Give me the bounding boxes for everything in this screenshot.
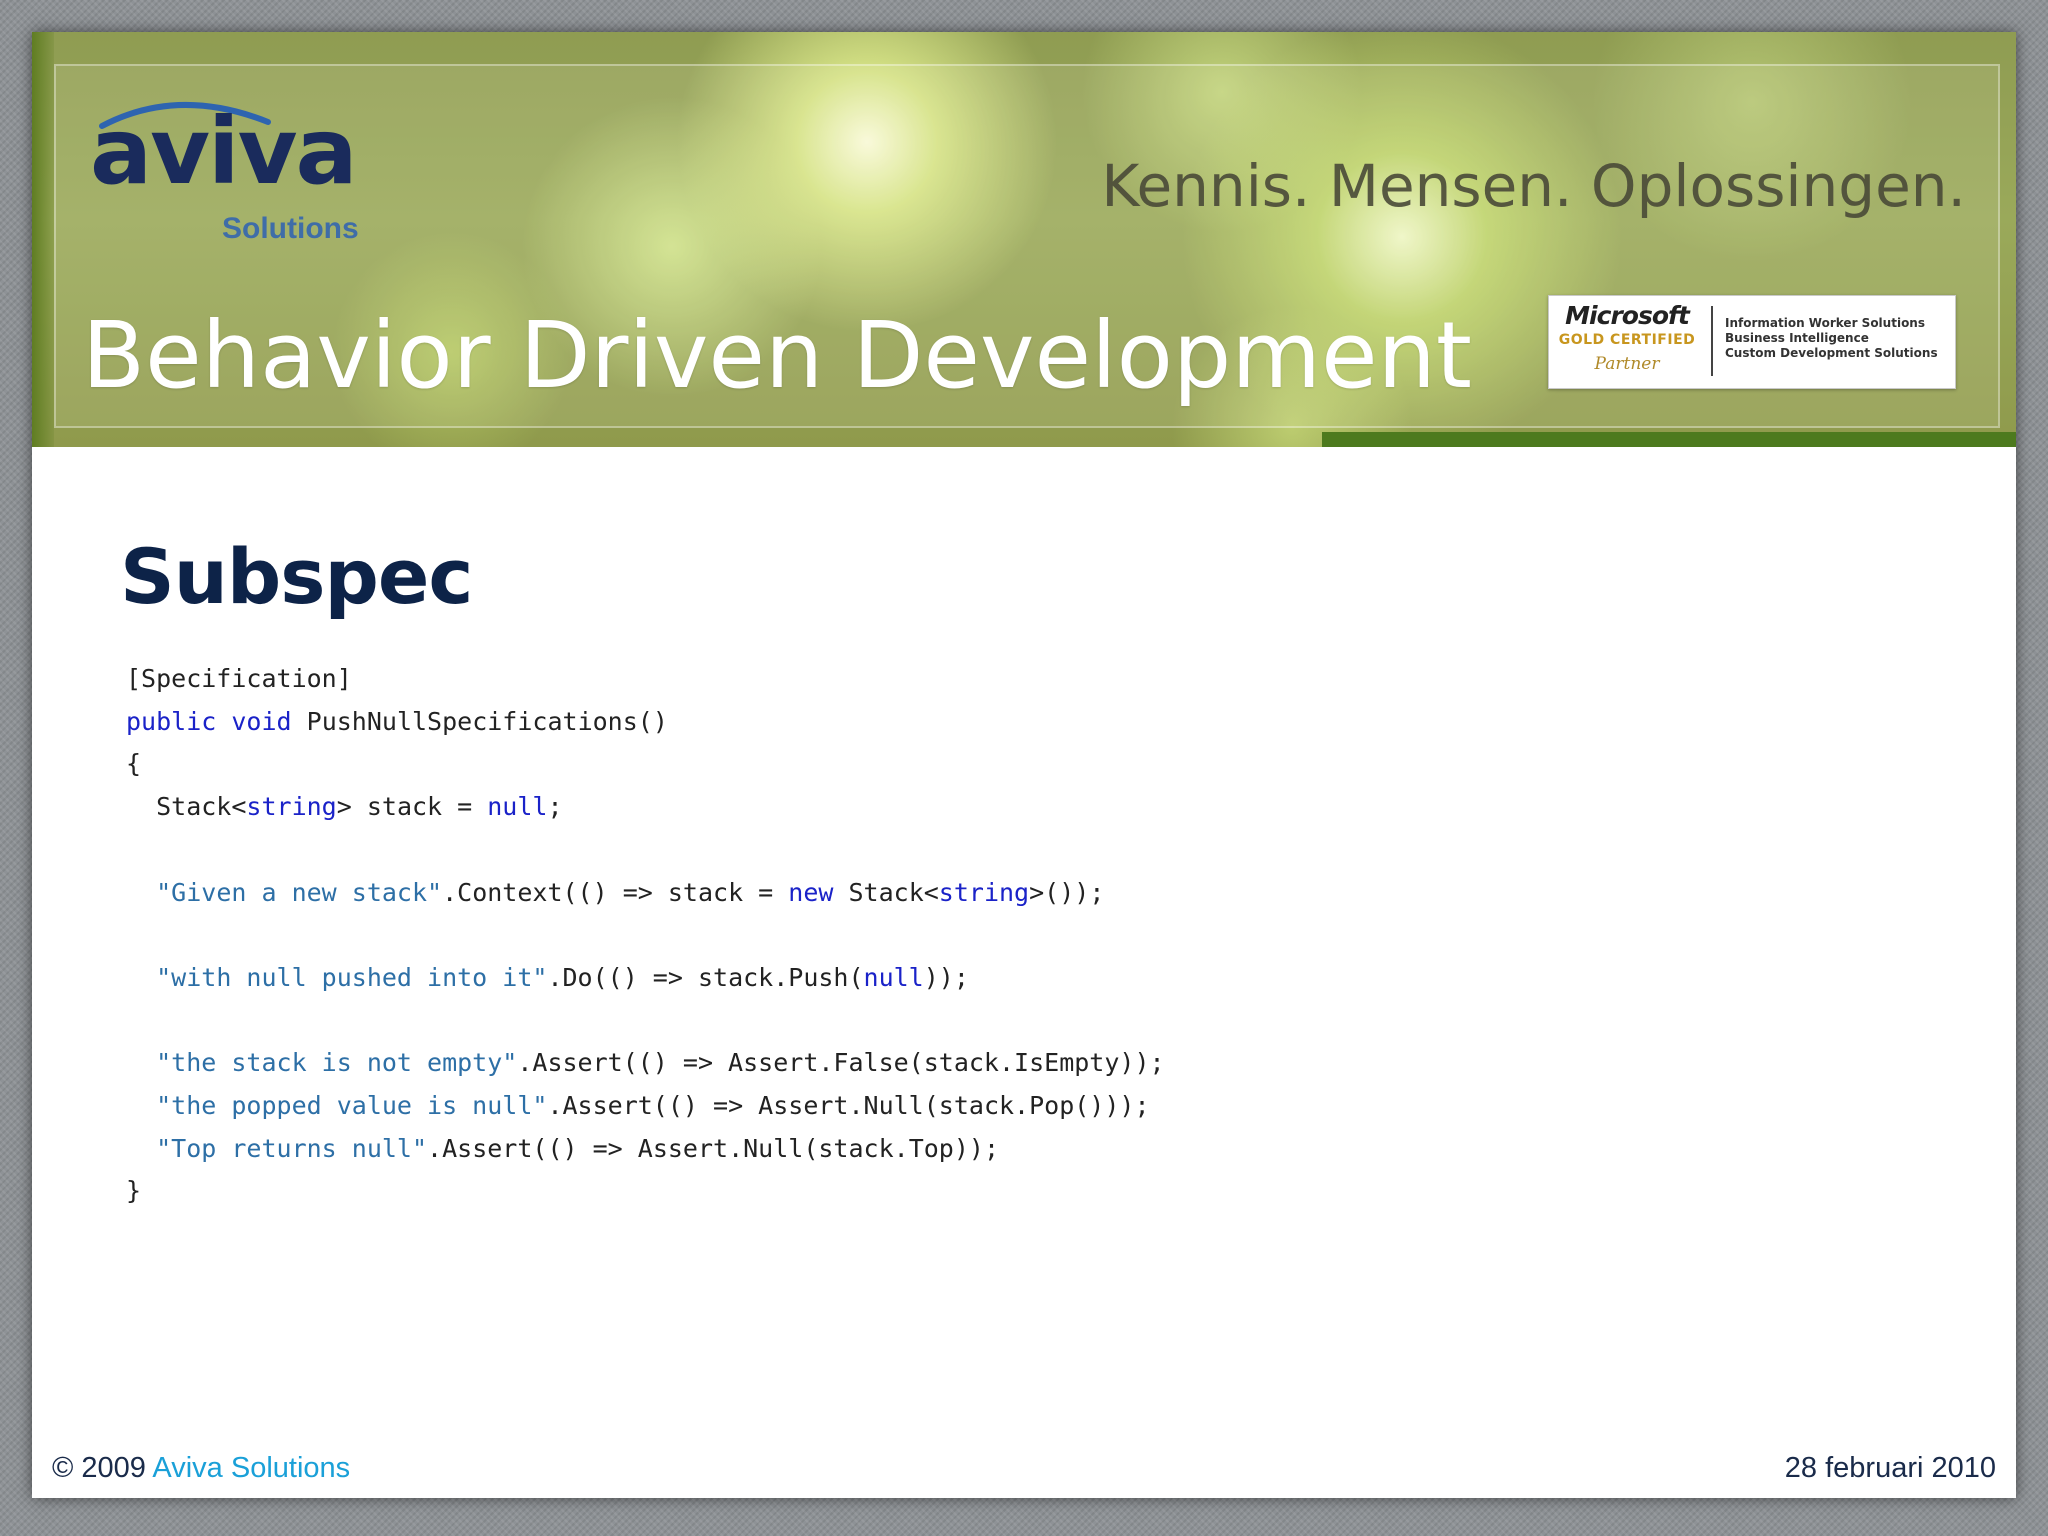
code-string: "Top returns null": [156, 1133, 428, 1163]
badge-brand: Microsoft: [1565, 301, 1690, 330]
code-keyword: string: [938, 877, 1030, 907]
badge-competency: Information Worker Solutions: [1725, 316, 1925, 330]
code-text: .Assert(() => Assert.Null(stack.Top));: [427, 1133, 999, 1163]
code-text: ));: [923, 962, 969, 992]
badge-divider: [1711, 306, 1713, 376]
badge-competencies: Information Worker Solutions Business In…: [1725, 316, 1938, 361]
tagline: Kennis. Mensen. Oplossingen.: [1101, 152, 1966, 220]
code-string: "the stack is not empty": [156, 1048, 518, 1078]
badge-brand-block: Microsoft GOLD CERTIFIED Partner: [1557, 302, 1697, 374]
code-text: {: [126, 749, 142, 779]
code-keyword: null: [487, 792, 548, 822]
code-text: PushNullSpecifications(): [291, 706, 668, 736]
code-line: Stack<string> stack = null;: [126, 792, 563, 822]
banner-accent-bar: [1322, 432, 2016, 447]
code-keyword: new: [788, 877, 834, 907]
code-line: "with null pushed into it".Do(() => stac…: [126, 963, 969, 993]
badge-certified: GOLD CERTIFIED: [1558, 331, 1696, 348]
code-text: ;: [547, 792, 563, 822]
code-text: }: [126, 1176, 142, 1206]
code-string: "with null pushed into it": [156, 962, 548, 992]
code-line: {: [126, 749, 141, 779]
code-text: .Do(() => stack.Push(: [547, 962, 864, 992]
code-line: "the popped value is null".Assert(() => …: [126, 1091, 1150, 1121]
code-text: .Context(() => stack =: [442, 877, 789, 907]
banner-edge: [32, 32, 54, 447]
microsoft-partner-badge: Microsoft GOLD CERTIFIED Partner Informa…: [1548, 295, 1956, 389]
logo-wordmark: aviva: [90, 98, 358, 205]
code-text: .Assert(() => Assert.False(stack.IsEmpty…: [517, 1048, 1165, 1078]
code-line: [Specification]: [126, 664, 352, 694]
logo-subtitle: Solutions: [222, 212, 359, 245]
code-text: >());: [1029, 877, 1105, 907]
copyright-prefix: © 2009: [52, 1452, 153, 1484]
code-keyword: void: [231, 706, 292, 736]
code-string: "the popped value is null": [156, 1091, 548, 1120]
badge-competency: Business Intelligence: [1725, 331, 1869, 345]
code-keyword: public: [126, 706, 217, 736]
badge-partner: Partner: [1594, 353, 1660, 374]
code-text: Stack<: [126, 792, 247, 822]
footer-date: 28 februari 2010: [1784, 1452, 1996, 1484]
slide: aviva Solutions Kennis. Mensen. Oplossin…: [32, 32, 2016, 1498]
copyright-brand: Aviva Solutions: [152, 1452, 351, 1484]
code-text: Stack<: [833, 877, 939, 907]
presentation-title: Behavior Driven Development: [82, 302, 1472, 409]
code-string: "Given a new stack": [156, 877, 443, 907]
footer-copyright: © 2009 Aviva Solutions: [52, 1452, 350, 1485]
code-line: "Given a new stack".Context(() => stack …: [126, 878, 1104, 908]
code-text: [Specification]: [126, 664, 352, 693]
code-text: .Assert(() => Assert.Null(stack.Pop()));: [547, 1091, 1150, 1120]
badge-competency: Custom Development Solutions: [1725, 346, 1938, 360]
aviva-logo: aviva Solutions: [90, 92, 390, 252]
code-text: > stack =: [336, 792, 488, 822]
code-keyword: string: [246, 792, 337, 822]
code-line: "Top returns null".Assert(() => Assert.N…: [126, 1134, 999, 1164]
code-line: "the stack is not empty".Assert(() => As…: [126, 1048, 1165, 1078]
code-line: }: [126, 1176, 141, 1206]
header-banner: aviva Solutions Kennis. Mensen. Oplossin…: [32, 32, 2016, 447]
code-line: public void PushNullSpecifications(): [126, 707, 668, 737]
slide-title: Subspec: [120, 532, 473, 621]
code-keyword: null: [863, 962, 924, 992]
